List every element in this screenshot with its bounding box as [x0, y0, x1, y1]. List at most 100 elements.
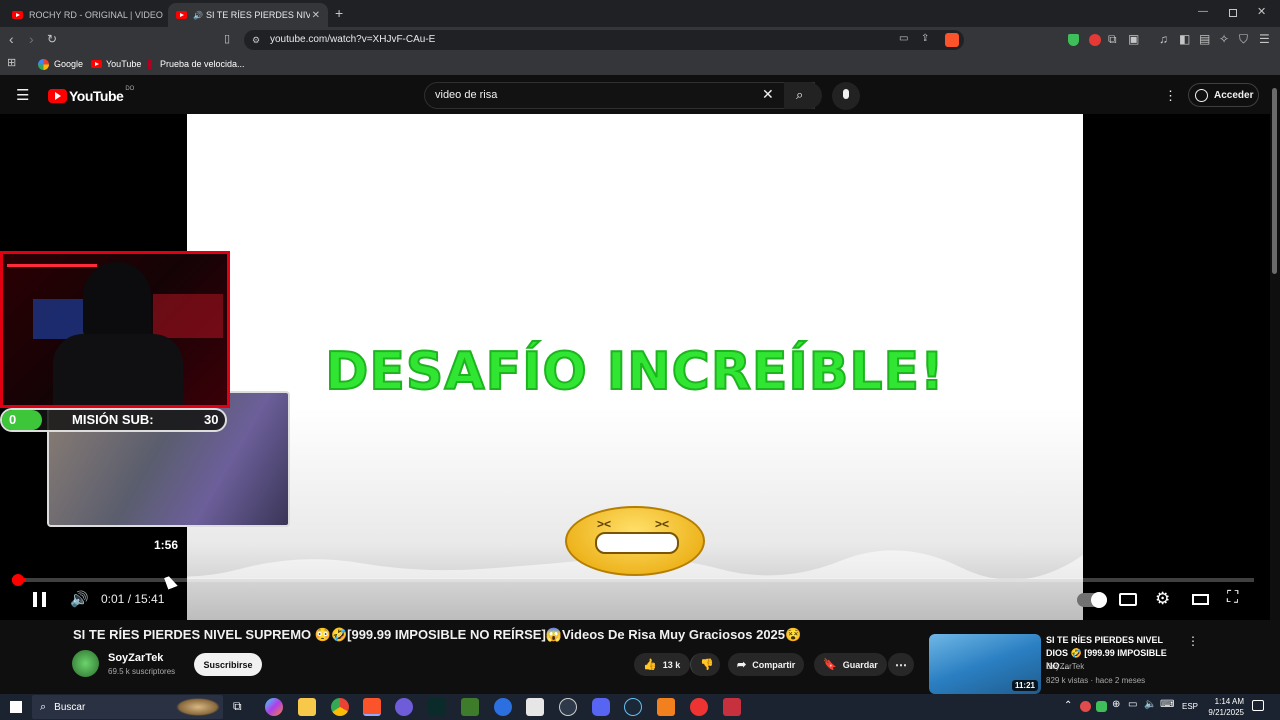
settings-gear-icon[interactable]: ⚙ — [1155, 589, 1170, 609]
tray-language[interactable]: ESP — [1182, 702, 1198, 711]
faded-overlay-text: lizar una — [226, 359, 264, 370]
page-scrollbar[interactable] — [1272, 88, 1277, 274]
tab-rochy-rd[interactable]: ROCHY RD - ORIGINAL | VIDEO OFIC — [4, 3, 164, 27]
current-time: 0:01 — [101, 592, 125, 606]
extension-badge-icon[interactable] — [1089, 34, 1101, 46]
steam-icon[interactable] — [624, 698, 642, 716]
wallet-icon[interactable]: ▣ — [1128, 32, 1139, 46]
bookmark-google[interactable]: Google — [38, 57, 83, 71]
channel-name[interactable]: SoyZarTek — [108, 652, 163, 664]
dislike-button[interactable]: 👎 — [690, 653, 720, 676]
cast-icon[interactable]: ▭ — [899, 33, 908, 44]
reload-icon[interactable]: ↻ — [47, 32, 57, 46]
tray-clock[interactable]: 1:14 AM 9/21/2025 — [1204, 696, 1244, 718]
recommended-thumbnail[interactable]: 11:21 — [929, 634, 1041, 694]
tab-current-video[interactable]: 🔊 SI TE RÍES PIERDES NIVEL SU ✕ — [168, 3, 328, 27]
search-icon: ⌕ — [796, 87, 804, 102]
vpn-icon[interactable]: ⛉ — [1239, 32, 1248, 47]
volume-icon[interactable]: 🔊 — [70, 590, 89, 608]
app-green-icon[interactable] — [461, 698, 479, 716]
share-button[interactable]: ➦ Compartir — [728, 653, 805, 676]
copilot-icon[interactable] — [265, 698, 283, 716]
address-bar[interactable]: ⚙ youtube.com/watch?v=XHJvF-CAu-E — [244, 30, 964, 50]
close-tab-icon[interactable]: ✕ — [312, 10, 320, 21]
tray-chevron-icon[interactable]: ⌃ — [1064, 700, 1072, 711]
minimize-window-icon[interactable]: — — [1198, 6, 1208, 17]
bookmark-speedtest[interactable]: Prueba de velocida... — [148, 57, 245, 71]
recommended-channel[interactable]: SoyZarTek — [1046, 662, 1084, 671]
menu-icon[interactable]: ☰ — [1259, 32, 1270, 46]
extensions-icon[interactable]: ⧉ — [1108, 32, 1117, 47]
new-tab-icon[interactable]: + — [335, 5, 343, 21]
mission-sub-bar: 0 MISIÓN SUB: 30 — [0, 408, 227, 432]
taskbar-search[interactable]: ⌕ Buscar — [32, 695, 223, 719]
bookmark-youtube[interactable]: YouTube — [91, 57, 141, 71]
guide-menu-icon[interactable]: ☰ — [16, 86, 29, 104]
channel-avatar[interactable] — [72, 650, 99, 677]
app-red-icon[interactable] — [690, 698, 708, 716]
clear-search-icon[interactable]: ✕ — [762, 86, 774, 103]
youtube-favicon-icon — [176, 11, 187, 19]
close-window-icon[interactable]: ✕ — [1257, 5, 1266, 18]
restore-window-icon[interactable] — [1229, 9, 1237, 17]
video-frame[interactable]: DESAFÍO INCREÍBLE! >< >< — [187, 114, 1083, 620]
app-orange-icon[interactable] — [657, 698, 675, 716]
clock-time: 1:14 AM — [1214, 697, 1244, 706]
tray-keyboard-icon[interactable]: ⌨ — [1160, 699, 1174, 710]
task-view-icon[interactable]: ⧉ — [233, 699, 242, 714]
bookmark-label: YouTube — [106, 59, 142, 69]
tray-monitor-icon[interactable]: ▭ — [1128, 699, 1137, 710]
media-controls-icon[interactable]: ♫ — [1159, 32, 1168, 46]
save-button[interactable]: 🔖 Guardar — [814, 653, 887, 676]
tab-label: ROCHY RD - ORIGINAL | VIDEO OFIC — [29, 10, 164, 20]
theater-mode-icon[interactable] — [1192, 594, 1209, 605]
app-terminal-icon[interactable] — [428, 698, 446, 716]
share-icon[interactable]: ⇪ — [921, 33, 929, 44]
search-button[interactable]: ⌕ — [784, 82, 822, 109]
tray-vpn-icon[interactable] — [1096, 701, 1107, 712]
tray-app-icon[interactable] — [1080, 701, 1091, 712]
forward-icon[interactable]: › — [29, 31, 34, 47]
tray-network-icon[interactable]: ⊕ — [1112, 699, 1120, 710]
app-game-icon[interactable] — [723, 698, 741, 716]
brave-icon[interactable] — [363, 698, 381, 716]
taskbar-search-label: Buscar — [54, 701, 86, 713]
settings-more-icon[interactable]: ⋮ — [1164, 88, 1177, 104]
sidebar-icon[interactable]: ◧ — [1179, 32, 1190, 46]
bookmark-page-icon[interactable]: ▯ — [224, 32, 230, 45]
recommended-more-icon[interactable]: ⋮ — [1187, 634, 1199, 648]
vpn-shield-icon[interactable] — [1068, 34, 1079, 46]
leo-ai-icon[interactable]: ✧ — [1219, 32, 1229, 46]
notifications-icon[interactable] — [1252, 700, 1264, 711]
subscribe-button[interactable]: Suscribirse — [194, 653, 262, 676]
brave-shields-icon[interactable] — [945, 33, 959, 47]
pause-icon[interactable] — [33, 592, 37, 607]
sign-in-button[interactable]: Acceder — [1188, 83, 1259, 107]
viber-icon[interactable] — [395, 698, 413, 716]
app-blue-icon[interactable] — [494, 698, 512, 716]
apps-grid-icon[interactable]: ⊞ — [7, 56, 16, 69]
search-input[interactable]: video de risa — [424, 82, 815, 109]
like-button[interactable]: 👍 13 k — [634, 653, 690, 676]
subtitles-icon[interactable] — [1119, 593, 1137, 606]
progress-bar[interactable] — [12, 578, 1254, 582]
windows-start-icon[interactable] — [10, 701, 22, 713]
crypto-wallet-icon[interactable]: ▤ — [1199, 32, 1210, 46]
capcut-icon[interactable] — [526, 698, 544, 716]
progress-scrubber[interactable] — [12, 574, 24, 586]
back-icon[interactable]: ‹ — [9, 31, 14, 47]
voice-search-button[interactable] — [832, 82, 860, 110]
site-info-icon[interactable]: ⚙ — [252, 30, 260, 50]
youtube-logo[interactable]: YouTube DO — [48, 86, 134, 104]
player-controls: 🔊 0:01 / 15:41 ⚙ ⛶ — [0, 588, 1270, 612]
tray-volume-icon[interactable]: 🔈 — [1144, 699, 1156, 710]
app-clock-icon[interactable] — [559, 698, 577, 716]
autoplay-toggle[interactable] — [1077, 592, 1107, 608]
chrome-icon[interactable] — [331, 698, 349, 716]
bookmark-label: Google — [54, 59, 84, 69]
more-actions-button[interactable]: ⋯ — [888, 653, 914, 676]
file-explorer-icon[interactable] — [298, 698, 316, 716]
discord-icon[interactable] — [592, 698, 610, 716]
fullscreen-icon[interactable]: ⛶ — [1227, 589, 1238, 607]
share-label: Compartir — [752, 659, 796, 670]
